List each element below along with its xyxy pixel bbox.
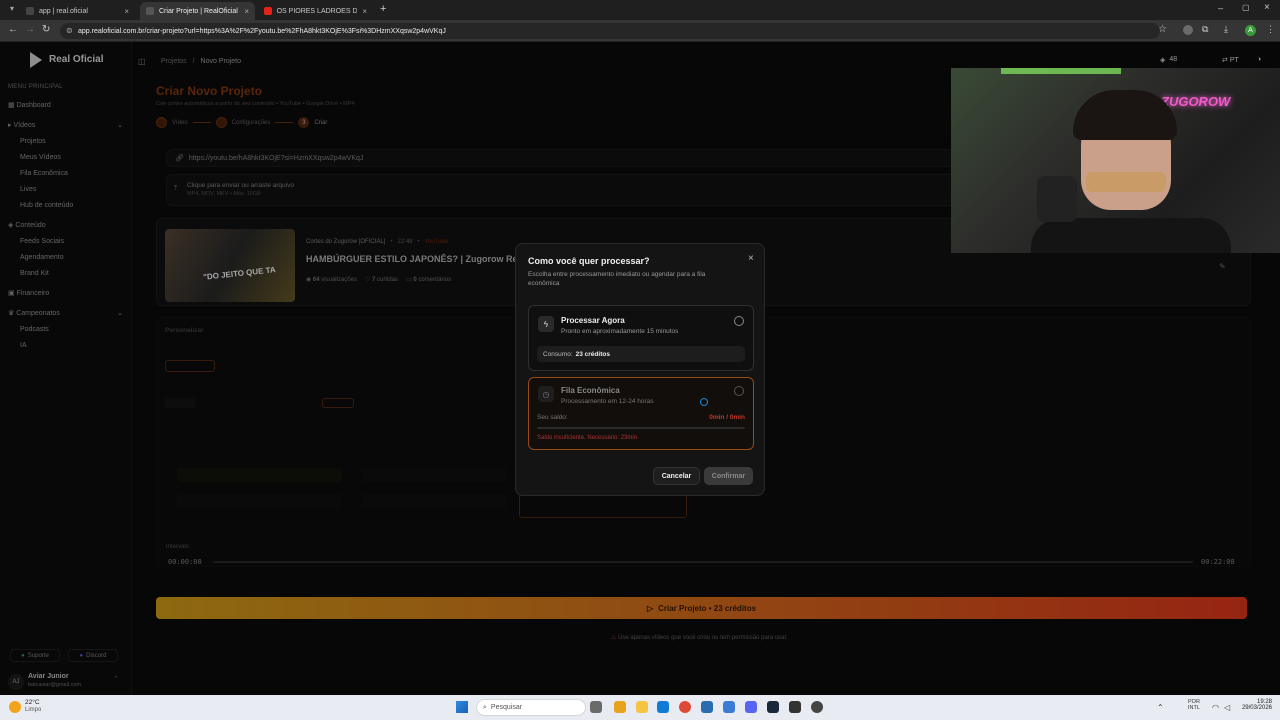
back-icon[interactable]: ← [8, 24, 18, 35]
reload-icon[interactable]: ↻ [42, 24, 50, 35]
file-explorer-icon[interactable] [636, 701, 648, 713]
credits-indicator[interactable]: ◈ 48 [1160, 56, 1177, 64]
extensions-puzzle-icon[interactable]: ⧉ [1202, 24, 1208, 35]
task-view-icon[interactable] [590, 701, 602, 713]
volume-icon[interactable]: ◁ [1224, 703, 1230, 712]
browser-tab-bar: app | real.oficial × Criar Projeto | Rea… [0, 0, 1280, 20]
clock-icon: ◷ [538, 386, 554, 402]
clock[interactable]: 19:28 29/03/2026 [1238, 699, 1272, 711]
language-switch[interactable]: ⇄ PT [1222, 56, 1239, 64]
balance-error: Saldo insuficiente. Necessário: 23min [537, 435, 638, 441]
modal-close-icon[interactable]: × [748, 253, 754, 264]
window-close-icon[interactable]: × [1264, 2, 1270, 13]
tab-youtube[interactable]: OS PIORES LADRÕES DE BANC × [258, 2, 373, 20]
neon-sign: ZUGOROW [1161, 94, 1231, 109]
tab-app[interactable]: app | real.oficial × [20, 2, 135, 20]
maximize-icon[interactable]: ▢ [1242, 3, 1250, 12]
webcam-overlay: ZUGOROW [951, 68, 1280, 253]
search-placeholder: Pesquisar [490, 704, 523, 711]
microphone [1037, 176, 1077, 222]
option-title: Processar Agora [561, 316, 625, 325]
tab-title: OS PIORES LADRÕES DE BANC [276, 7, 358, 15]
discord-app-icon[interactable] [745, 701, 757, 713]
coin-icon: ◈ [1160, 57, 1166, 64]
confirm-button[interactable]: Confirmar [704, 467, 753, 485]
tray-overflow-icon[interactable]: ⌃ [1157, 703, 1164, 712]
app-icon[interactable] [614, 701, 626, 713]
close-icon[interactable]: × [362, 7, 367, 16]
cancel-button[interactable]: Cancelar [653, 467, 700, 485]
url-field[interactable]: ⊜ app.realoficial.com.br/criar-projeto?u… [60, 23, 1160, 39]
search-icon: ⌕ [483, 703, 487, 711]
radio-process-now[interactable] [734, 316, 744, 326]
translate-icon: ⇄ [1222, 57, 1228, 64]
store-icon[interactable] [701, 701, 713, 713]
new-tab-button[interactable]: + [380, 3, 386, 15]
weather-desc: Limpo [25, 707, 42, 713]
cost-value: 23 créditos [575, 350, 610, 358]
modal-title: Como você quer processar? [528, 256, 650, 266]
radio-economic-queue[interactable] [734, 386, 744, 396]
theme-toggle-icon[interactable]: ◑ [1257, 56, 1261, 63]
close-icon[interactable]: × [244, 7, 249, 16]
weather-temp: 22°C [25, 699, 40, 706]
credits-count: 48 [1169, 56, 1178, 63]
language-label: PT [1229, 57, 1239, 64]
tab-title: Criar Projeto | RealOficial [159, 7, 238, 15]
downloads-icon[interactable]: ⤓ [1224, 24, 1228, 35]
tab-title: app | real.oficial [39, 7, 88, 15]
tab-list-icon[interactable]: ▾ [10, 4, 14, 13]
site-info-icon[interactable]: ⊜ [66, 26, 73, 35]
option-subtitle: Pronto em aproximadamente 15 minutos [561, 328, 679, 335]
profile-avatar[interactable]: A [1245, 25, 1256, 36]
taskbar-search[interactable]: ⌕ Pesquisar [476, 699, 586, 716]
clock-date: 29/03/2026 [1241, 705, 1272, 711]
edge-icon[interactable] [657, 701, 669, 713]
process-modal: Como você quer processar? × Escolha entr… [515, 243, 765, 496]
terminal-icon[interactable] [789, 701, 801, 713]
option-process-now[interactable]: ϟ Processar Agora Pronto em aproximadame… [528, 305, 754, 371]
tab-favicon [26, 7, 34, 15]
extension-icon[interactable] [1183, 25, 1193, 35]
menu-kebab-icon[interactable]: ⋮ [1266, 24, 1275, 35]
youtube-icon [264, 7, 272, 15]
input-language-line: INTL [1188, 705, 1200, 711]
balance-progress [537, 427, 745, 429]
mail-icon[interactable] [723, 701, 735, 713]
tab-criar-projeto[interactable]: Criar Projeto | RealOficial × [140, 2, 255, 20]
streamer-shirt [1031, 218, 1231, 253]
close-icon[interactable]: × [124, 7, 129, 16]
balance-label: Seu saldo: [537, 414, 568, 421]
windows-start-icon[interactable] [456, 701, 468, 713]
lightning-icon: ϟ [538, 316, 554, 332]
webcam-led-strip [1001, 68, 1121, 74]
not-allowed-cursor-icon [700, 398, 708, 406]
cost-row: Consumo: 23 créditos [537, 346, 745, 362]
streamer-glasses [1086, 172, 1166, 192]
steam-icon[interactable] [767, 701, 779, 713]
cost-label: Consumo: [543, 350, 573, 358]
chrome-icon[interactable] [679, 701, 691, 713]
balance-value: 0min / 0min [709, 414, 745, 421]
option-subtitle: Processamento em 12-24 horas [561, 398, 654, 405]
option-title: Fila Econômica [561, 386, 620, 395]
obs-icon[interactable] [811, 701, 823, 713]
modal-subtitle: Escolha entre processamento imediato ou … [528, 271, 706, 287]
input-language[interactable]: POR INTL [1188, 699, 1200, 711]
option-economic-queue[interactable]: ◷ Fila Econômica Processamento em 12-24 … [528, 377, 754, 450]
minimize-icon[interactable]: – [1218, 3, 1223, 13]
url-text: app.realoficial.com.br/criar-projeto?url… [78, 27, 446, 35]
forward-icon[interactable]: → [25, 24, 35, 35]
tab-favicon [146, 7, 154, 15]
weather-icon[interactable] [9, 701, 21, 713]
wifi-icon[interactable]: ◠ [1212, 703, 1219, 712]
